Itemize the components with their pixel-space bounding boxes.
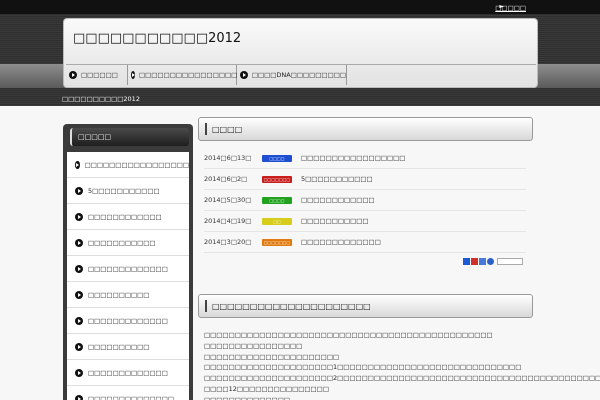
heading-bar — [205, 123, 207, 135]
news-date: 2014□6□13□ — [204, 154, 252, 162]
sidebar-item-label: □□□□□□□□□□□□ — [88, 212, 162, 221]
circle-arrow-icon — [75, 290, 83, 299]
sidebar-item[interactable]: □□□□□□□□□□□□□□ — [67, 386, 189, 400]
sidebar-item-label: □□□□□□□□□□ — [88, 342, 150, 351]
news-date: 2014□5□30□ — [204, 196, 252, 204]
heading-bar — [205, 300, 207, 312]
news-title-link[interactable]: □□□□□□□□□□□ — [301, 217, 369, 225]
sidebar-item-label: □□□□□□□□□□□□□□ — [88, 394, 174, 400]
news-title-link[interactable]: □□□□□□□□□□□□□ — [301, 238, 381, 246]
sidebar-item[interactable]: 5□□□□□□□□□□□ — [67, 178, 189, 204]
news-category-badge: □□□□ — [262, 196, 292, 204]
news-list: 2014□6□13□ □□□□ □□□□□□□□□□□□□□□□□ 2014□6… — [204, 148, 526, 253]
article-line: □□□□□□□□□□□□□□□□□□□□□□□□□□□□□□□□□□□□□□□□… — [204, 331, 493, 339]
article-panel: □□□□□□□□□□□□□□□□□□□□□ — [198, 294, 533, 318]
sidebar-item-label: □□□□□□□□□□□□□□□□□ — [84, 160, 189, 169]
sidebar-item[interactable]: □□□□□□□□□□□□□ — [67, 308, 189, 334]
nav-item-2[interactable]: □□□□□□□□□□□□□□□□ — [128, 65, 237, 85]
nav-item-home[interactable]: □□□□□□ — [66, 65, 128, 85]
sidebar-item-label: □□□□□□□□□□□□□ — [88, 264, 168, 273]
article-line: □□□□□□□□□□□□□□□□ — [204, 341, 303, 350]
circle-arrow-icon — [69, 71, 77, 79]
news-category-badge: □□□□□□□ — [262, 238, 292, 246]
news-row: 2014□4□19□ □□ □□□□□□□□□□□ — [204, 211, 526, 232]
news-row: 2014□6□13□ □□□□ □□□□□□□□□□□□□□□□□ — [204, 148, 526, 169]
livedoor-icon[interactable] — [471, 258, 478, 265]
article-heading-text: □□□□□□□□□□□□□□□□□□□□□ — [212, 301, 371, 311]
sidebar-item-label: □□□□□□□□□□□ — [88, 238, 156, 247]
news-title-link[interactable]: □□□□□□□□□□□□ — [301, 196, 375, 204]
news-category-badge: □□ — [262, 217, 292, 225]
news-row: 2014□5□30□ □□□□ □□□□□□□□□□□□ — [204, 190, 526, 211]
share-count-box — [497, 258, 523, 265]
sidebar-item[interactable]: □□□□□□□□□□ — [67, 334, 189, 360]
article-line: □□□□□□□□□□□□□□□□□□□□□□ — [204, 352, 340, 361]
news-date: 2014□3□20□ — [204, 238, 252, 246]
bookmark-icon[interactable] — [479, 258, 486, 265]
article-line: □□□□□□□□□□□□□□□□□□□□□2□□□□□□□□□□□□□□□□□□… — [204, 374, 600, 383]
circle-arrow-icon — [75, 342, 83, 351]
circle-arrow-icon — [75, 316, 83, 325]
article-line: □□□□□□□□□□□□□□ — [204, 395, 290, 400]
sidebar-item-label: □□□□□□□□□□□□□ — [88, 368, 168, 377]
sidebar-item-label: □□□□□□□□□□ — [88, 290, 150, 299]
sidebar: □□□□□ □□□□□□□□□□□□□□□□□ 5□□□□□□□□□□□ □□□… — [63, 124, 193, 400]
nav-item-label: □□□□□□ — [81, 71, 118, 79]
sidebar-item[interactable]: □□□□□□□□□□ — [67, 282, 189, 308]
circle-arrow-icon — [75, 394, 83, 400]
news-category-badge: □□□□□□□ — [262, 175, 292, 183]
circle-arrow-icon — [75, 368, 83, 377]
news-row: 2014□6□2□ □□□□□□□ 5□□□□□□□□□□□ — [204, 169, 526, 190]
article-line: □□□□12□□□□□□□□□□□□□□□ — [204, 384, 329, 393]
sidebar-item-label: 5□□□□□□□□□□□ — [88, 186, 160, 195]
circle-arrow-icon — [240, 71, 248, 79]
circle-arrow-icon — [131, 71, 135, 79]
sidebar-item[interactable]: □□□□□□□□□□□□□□□□□ — [67, 152, 189, 178]
news-date: 2014□6□2□ — [204, 175, 248, 183]
news-date: 2014□4□19□ — [204, 217, 252, 225]
breadcrumb: □□□□□□□□□□2012 — [62, 95, 140, 103]
delicious-icon[interactable] — [487, 258, 494, 265]
sidebar-item[interactable]: □□□□□□□□□□□ — [67, 230, 189, 256]
social-share-bar — [463, 258, 523, 265]
article-heading: □□□□□□□□□□□□□□□□□□□□□ — [198, 294, 533, 318]
news-category-badge: □□□□ — [262, 154, 292, 162]
sitemap-link[interactable]: □□□□□ — [495, 4, 526, 12]
header-box: □□□□□□□□□□□2012 □□□□□□ □□□□□□□□□□□□□□□□ … — [63, 18, 538, 88]
global-nav: □□□□□□ □□□□□□□□□□□□□□□□ □□□□DNA□□□□□□□□□ — [66, 64, 536, 85]
hatena-icon[interactable] — [463, 258, 470, 265]
sidebar-heading: □□□□□ — [70, 128, 189, 146]
sidebar-item[interactable]: □□□□□□□□□□□□□ — [67, 256, 189, 282]
circle-arrow-icon — [75, 160, 80, 169]
nav-item-3[interactable]: □□□□DNA□□□□□□□□□ — [237, 65, 347, 85]
top-utility-bar: ► □□□□□ — [0, 0, 600, 14]
news-title-link[interactable]: □□□□□□□□□□□□□□□□□ — [301, 154, 405, 162]
news-panel: □□□□ — [198, 117, 533, 141]
sidebar-list: □□□□□□□□□□□□□□□□□ 5□□□□□□□□□□□ □□□□□□□□□… — [67, 152, 189, 400]
news-heading-text: □□□□ — [212, 124, 243, 134]
article-line: □□□□□□□□□□□□□□□□□□□□□1□□□□□□□□□□□□□□□□□□… — [204, 363, 522, 372]
circle-arrow-icon — [75, 186, 83, 195]
news-title-link[interactable]: 5□□□□□□□□□□□ — [301, 175, 373, 183]
sidebar-item[interactable]: □□□□□□□□□□□□□ — [67, 360, 189, 386]
news-heading: □□□□ — [198, 117, 533, 141]
article-body: □□□□□□□□□□□□□□□□□□□□□□□□□□□□□□□□□□□□□□□□… — [204, 330, 600, 400]
circle-arrow-icon — [75, 264, 83, 273]
nav-item-label: □□□□DNA□□□□□□□□□ — [251, 71, 346, 79]
sidebar-item[interactable]: □□□□□□□□□□□□ — [67, 204, 189, 230]
sidebar-item-label: □□□□□□□□□□□□□ — [88, 316, 168, 325]
circle-arrow-icon — [75, 212, 83, 221]
circle-arrow-icon — [75, 238, 83, 247]
news-row: 2014□3□20□ □□□□□□□ □□□□□□□□□□□□□ — [204, 232, 526, 253]
site-title[interactable]: □□□□□□□□□□□2012 — [73, 31, 241, 46]
nav-item-label: □□□□□□□□□□□□□□□□ — [139, 71, 238, 79]
